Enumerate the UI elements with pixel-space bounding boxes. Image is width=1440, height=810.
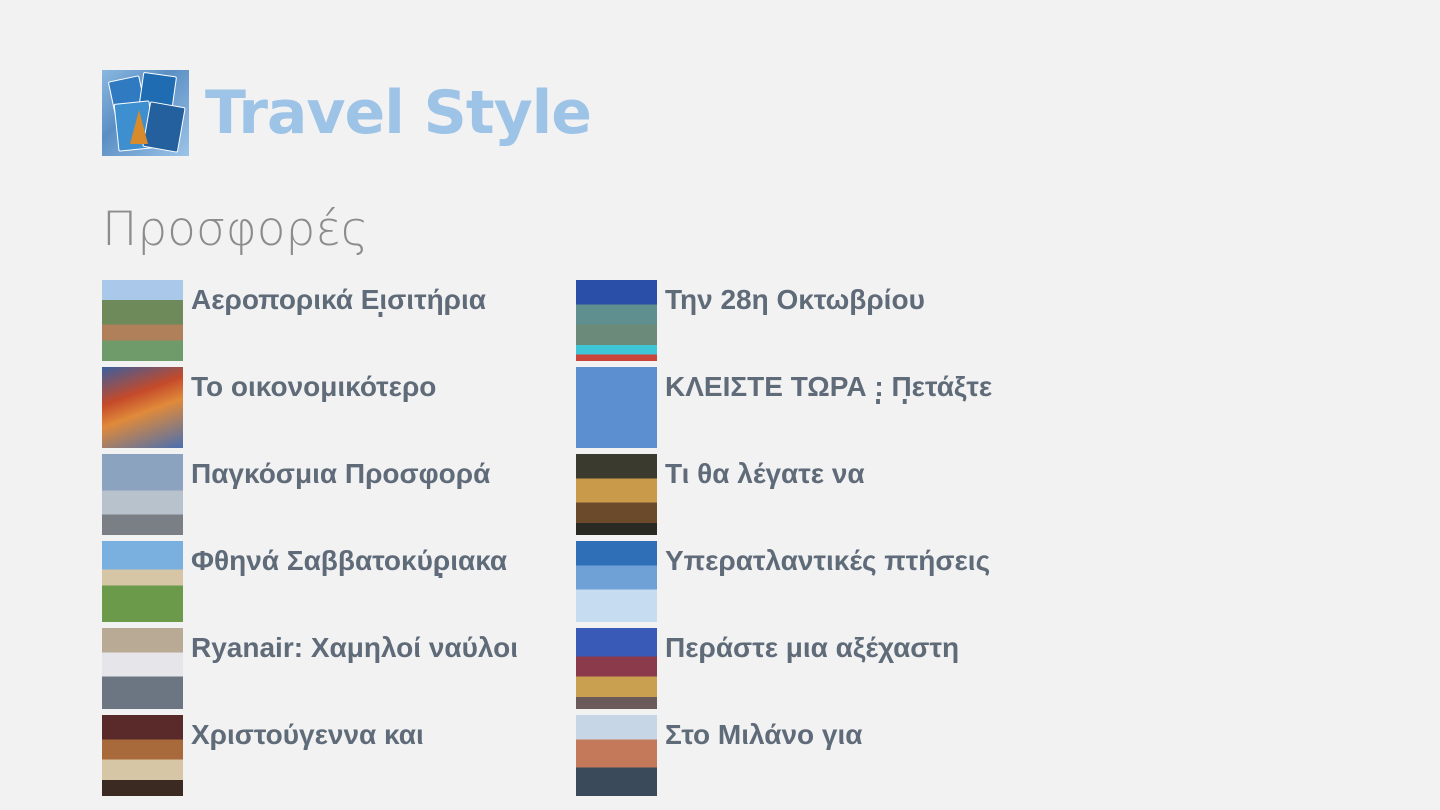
offer-subtitle: ή <box>191 312 571 320</box>
offer-tile[interactable]: Παγκόσμια Προσφορά ά <box>102 454 562 536</box>
app-title: Travel Style <box>205 78 592 148</box>
flight-attendant-thumbnail <box>102 454 183 535</box>
airplane-sky-thumbnail <box>576 367 657 448</box>
milan-canal-thumbnail <box>576 715 657 796</box>
church-autumn-thumbnail <box>102 367 183 448</box>
offer-subtitle: ί <box>665 747 1045 755</box>
magazines-logo-icon <box>102 70 189 156</box>
app-header: Travel Style <box>102 70 592 156</box>
offer-subtitle: ό <box>191 660 571 668</box>
hotel-pool-thumbnail <box>576 280 657 361</box>
offer-tile[interactable]: Χριστούγεννα και Πά <box>102 715 562 797</box>
offer-tile[interactable]: Τι θα λέγατε να Ρώ <box>576 454 1036 536</box>
offer-subtitle: ά <box>665 660 1045 668</box>
offer-tile[interactable]: Περάστε μια αξέχαστη ά <box>576 628 1036 710</box>
offer-tile[interactable]: ΚΛΕΙΣΤΕ ΤΩΡΑ : Πετάξτε Αλιτάλια Ρώμη <box>576 367 1036 449</box>
christmas-market-thumbnail <box>576 628 657 709</box>
offer-subtitle: ό <box>191 399 571 407</box>
offers-grid: Αεροπορικά Εισιτήρια ή Την 28η Οκτωβρίου… <box>102 280 1062 800</box>
offer-tile[interactable]: Την 28η Οκτωβρίου ό <box>576 280 1036 362</box>
offer-subtitle: Πά <box>191 747 571 755</box>
hotel-room-thumbnail <box>102 715 183 796</box>
offer-tile[interactable]: Ryanair: Χαμηλοί ναύλοι ό <box>102 628 562 710</box>
offer-tile[interactable]: Το οικονομικότερο ό <box>102 367 562 449</box>
offer-subtitle: ό <box>665 573 1045 581</box>
section-title: Προσφορές <box>102 202 369 257</box>
offer-tile[interactable]: Φθηνά Σαββατοκύριακα ή <box>102 541 562 623</box>
offer-subtitle: ή <box>191 573 571 581</box>
ryanair-planes-thumbnail <box>102 628 183 709</box>
airplane-wing-thumbnail <box>576 541 657 622</box>
town-river-thumbnail <box>102 280 183 361</box>
app-page: Travel Style Προσφορές Αεροπορικά Εισιτή… <box>0 0 1440 810</box>
offer-tile[interactable]: Υπερατλαντικές πτήσεις ό <box>576 541 1036 623</box>
mountain-house-thumbnail <box>102 541 183 622</box>
offer-tile[interactable]: Αεροπορικά Εισιτήρια ή <box>102 280 562 362</box>
offer-subtitle: ό <box>665 312 1045 320</box>
offer-subtitle: ά <box>191 486 571 494</box>
offer-tile[interactable]: Στο Μιλάνο για ί <box>576 715 1036 797</box>
offer-subtitle: Ρώ <box>665 486 1045 494</box>
street-night-thumbnail <box>576 454 657 535</box>
offer-subtitle: Αλιτάλια Ρώμη <box>665 399 1045 407</box>
